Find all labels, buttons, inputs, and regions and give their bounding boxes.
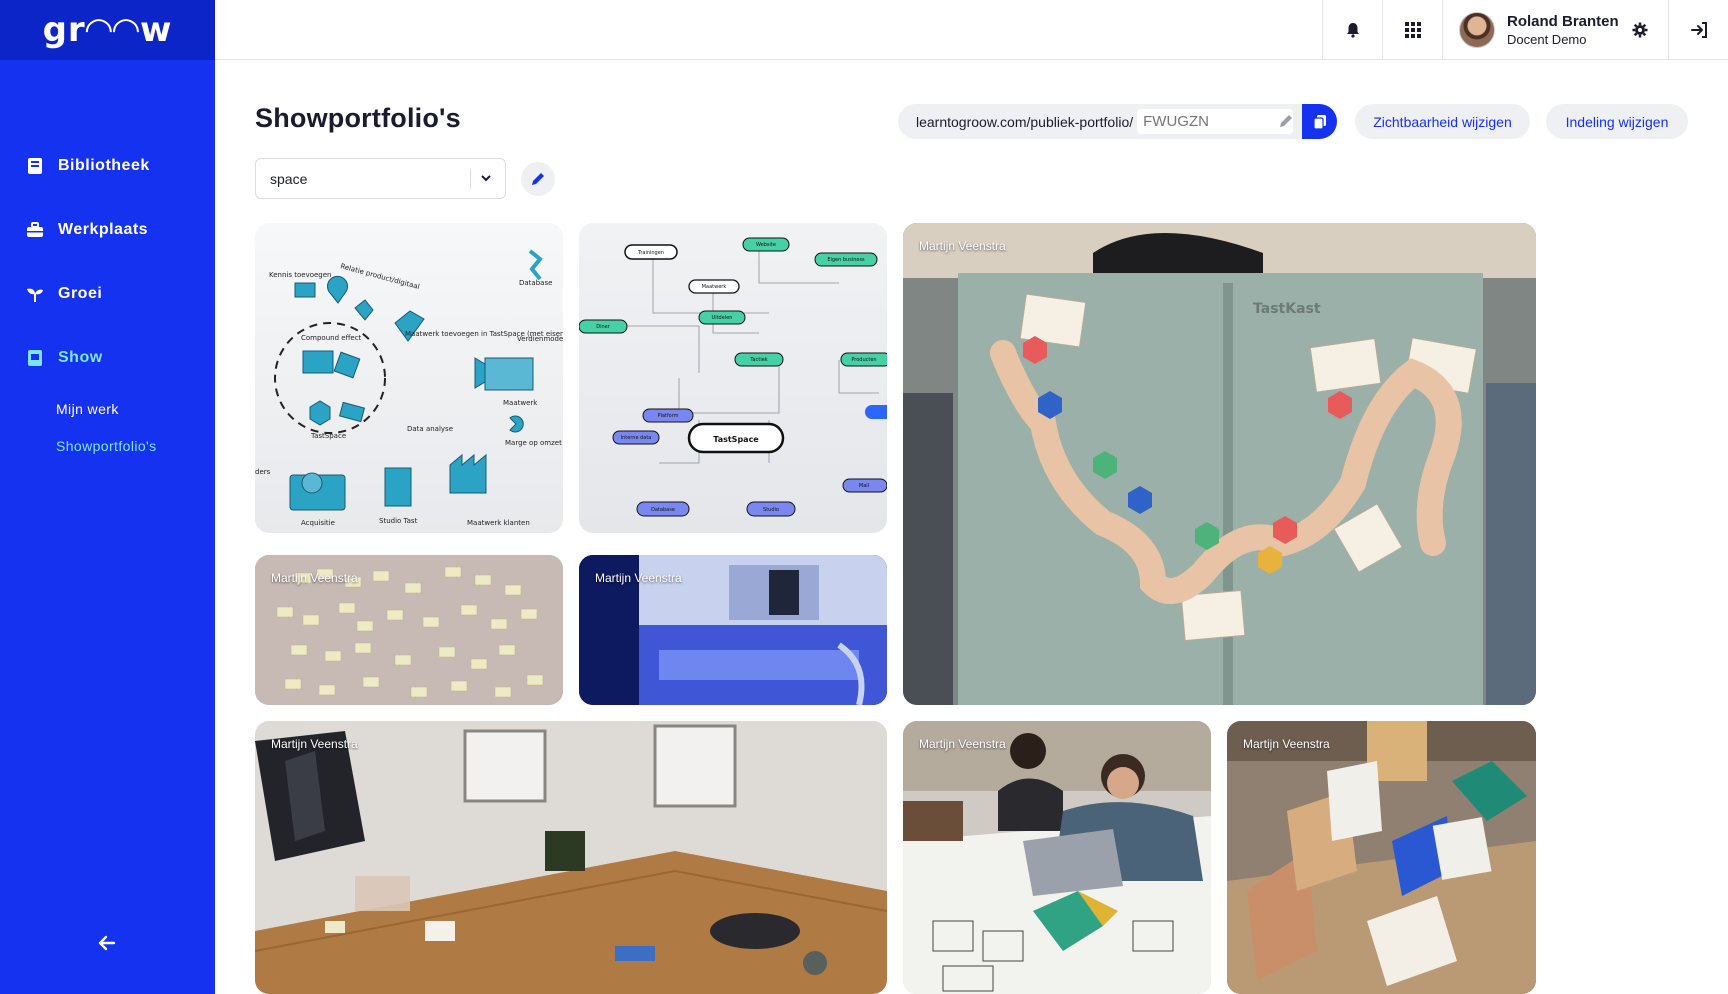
diagram-label: Marge op omzet: [505, 439, 562, 447]
visibility-button[interactable]: Zichtbaarheid wijzigen: [1355, 104, 1530, 139]
logo[interactable]: gr◠◠w: [0, 0, 215, 60]
tastkast-label: TastKast: [1253, 301, 1321, 317]
diagram-node: Website: [756, 242, 776, 248]
apps-button[interactable]: [1382, 0, 1442, 59]
book-icon: [28, 158, 42, 174]
show-icon: [28, 350, 42, 366]
page-title: Showportfolio's: [255, 103, 461, 133]
diagram-node: Database: [651, 507, 675, 513]
diagram-label: Studio Tast: [379, 517, 418, 525]
tile-author: Martijn Veenstra: [919, 737, 1006, 751]
diagram-label: ders: [255, 468, 271, 476]
portfolio-item-photo-blocks[interactable]: Martijn Veenstra: [1227, 721, 1536, 994]
diagram-compound-image: Kennis toevoegen Relatie product/digitaa…: [255, 249, 563, 527]
pencil-icon: [532, 173, 544, 185]
tile-author: Martijn Veenstra: [919, 239, 1006, 253]
user-info[interactable]: Roland Branten Docent Demo: [1459, 0, 1619, 59]
tile-author: Martijn Veenstra: [271, 571, 358, 585]
portfolio-item-photo-postits[interactable]: Martijn Veenstra: [255, 555, 563, 705]
diagram-node: Mail: [859, 483, 869, 489]
logout-icon: [1690, 21, 1707, 38]
diagram-node: Trainingen: [637, 250, 664, 256]
diagram-node: Interne data: [621, 435, 652, 441]
diagram-node: Eigen business: [827, 257, 865, 263]
logout-button[interactable]: [1668, 0, 1728, 59]
edit-portfolio-button[interactable]: [521, 162, 555, 196]
sidebar-item-label: Groei: [58, 285, 103, 302]
diagram-tastspace-image: Trainingen Website Eigen business Maatwe…: [579, 237, 887, 517]
diagram-node: Studio: [763, 507, 779, 513]
logo-text: gr◠◠w: [42, 10, 173, 50]
notifications-button[interactable]: [1322, 0, 1382, 59]
diagram-label: Database: [519, 279, 552, 287]
tastkast-photo: TastKast: [903, 223, 1536, 705]
diagram-label: Data analyse: [407, 425, 453, 433]
avatar: [1459, 11, 1495, 48]
sidebar-item-label: Bibliotheek: [58, 157, 150, 174]
portfolio-item-photo-tastkast[interactable]: TastKast Martijn Veenstra: [903, 223, 1536, 705]
diagram-node: Uitdelen: [712, 315, 733, 321]
url-slug-input[interactable]: [1137, 109, 1294, 134]
table-photo: [255, 721, 887, 994]
diagram-label: Verdienmodel: [517, 335, 563, 343]
copy-url-button[interactable]: [1302, 104, 1337, 139]
user-name: Roland Branten: [1507, 12, 1619, 30]
diagram-label: Compound effect: [301, 334, 362, 342]
bell-icon: [1346, 22, 1359, 38]
diagram-node: Maatwerk: [702, 284, 727, 290]
diagram-label: Relatie product/digitaal: [339, 262, 420, 291]
diagram-node: Producten: [851, 357, 876, 363]
gear-icon: [1632, 22, 1648, 37]
tile-author: Martijn Veenstra: [1243, 737, 1330, 751]
diagram-node: Diner: [596, 324, 610, 330]
sidebar-subitem-mijn-werk[interactable]: Mijn werk: [56, 401, 119, 417]
student-photo: [903, 721, 1211, 994]
sidebar-item-werkplaats[interactable]: Werkplaats: [26, 221, 148, 239]
arrow-left-icon[interactable]: [96, 932, 118, 954]
select-divider: [470, 169, 471, 189]
copy-icon: [1312, 114, 1326, 130]
public-url-field: learntogroow.com/publiek-portfolio/: [898, 104, 1302, 139]
blocks-photo: [1227, 721, 1536, 994]
diagram-label: TastSpace: [310, 432, 346, 440]
sprout-icon: [27, 288, 43, 302]
topbar: Roland Branten Docent Demo: [215, 0, 1728, 60]
select-value: space: [270, 170, 308, 187]
sidebar-item-label: Werkplaats: [58, 221, 149, 238]
sidebar: gr◠◠w Bibliotheek Werkplaats Groei Show …: [0, 0, 215, 994]
layout-button[interactable]: Indeling wijzigen: [1546, 104, 1688, 139]
settings-button[interactable]: [1612, 0, 1668, 59]
portfolio-item-photo-student[interactable]: Martijn Veenstra: [903, 721, 1211, 994]
portfolio-select[interactable]: space: [255, 158, 506, 199]
diagram-label: Maatwerk klanten: [467, 519, 530, 527]
diagram-node: Tactiek: [749, 357, 767, 363]
url-prefix: learntogroow.com/publiek-portfolio/: [916, 113, 1134, 130]
pencil-icon[interactable]: [1278, 113, 1294, 129]
sidebar-item-groei[interactable]: Groei: [26, 285, 102, 303]
sidebar-item-bibliotheek[interactable]: Bibliotheek: [26, 157, 150, 175]
chevron-down-icon: [481, 175, 491, 182]
sidebar-item-show[interactable]: Show: [26, 349, 103, 367]
tile-author: Martijn Veenstra: [595, 571, 682, 585]
toolbox-icon: [27, 222, 43, 237]
grid-icon: [1404, 21, 1421, 38]
portfolio-item-photo-table[interactable]: Martijn Veenstra: [255, 721, 887, 994]
portfolio-item-diagram-compound[interactable]: Kennis toevoegen Relatie product/digitaa…: [255, 223, 563, 533]
diagram-label: Acquisitie: [301, 519, 335, 527]
diagram-node: Platform: [657, 413, 678, 419]
user-role: Docent Demo: [1507, 31, 1587, 47]
diagram-label: Kennis toevoegen: [269, 271, 332, 279]
portfolio-item-photo-printer[interactable]: Martijn Veenstra: [579, 555, 887, 705]
diagram-node: TastSpace: [713, 435, 759, 444]
portfolio-item-diagram-tastspace[interactable]: Trainingen Website Eigen business Maatwe…: [579, 223, 887, 533]
tile-author: Martijn Veenstra: [271, 737, 358, 751]
sidebar-subitem-showportfolios[interactable]: Showportfolio's: [56, 438, 157, 454]
diagram-label: Maatwerk: [503, 399, 538, 407]
sidebar-item-label: Show: [58, 349, 103, 366]
